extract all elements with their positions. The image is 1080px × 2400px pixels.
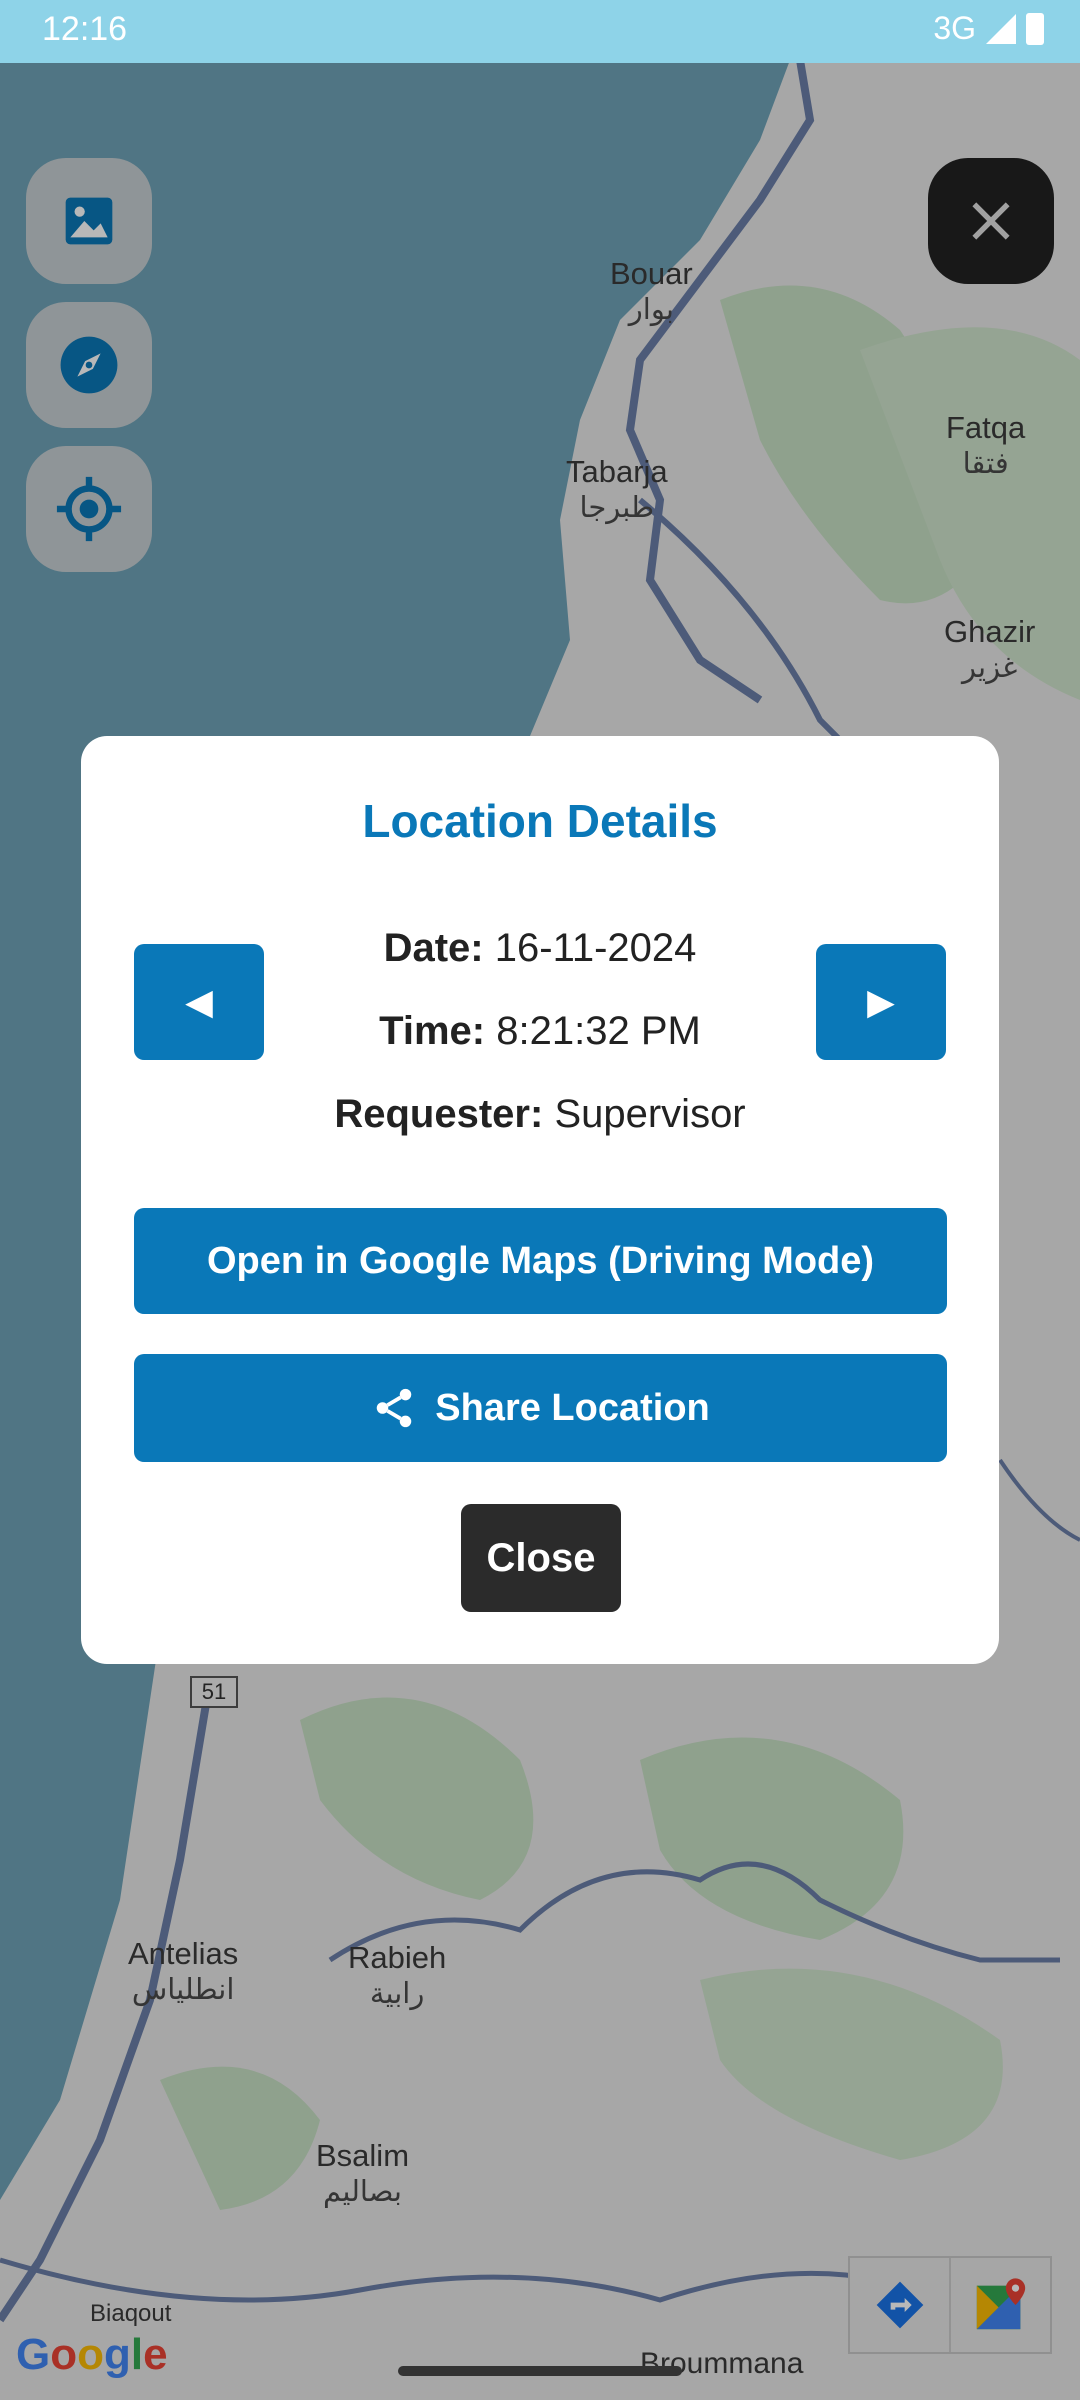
status-time: 12:16 (42, 10, 128, 48)
gesture-nav-handle[interactable] (398, 2366, 682, 2376)
status-bar: 12:16 3G (0, 0, 1080, 63)
dialog-title: Location Details (362, 795, 718, 847)
network-type: 3G (933, 10, 976, 46)
share-icon (377, 1388, 412, 1428)
status-icons: 3G (933, 10, 1044, 47)
time-row: Time: 8:21:32 PM (81, 1009, 999, 1054)
open-google-maps-label: Open in Google Maps (Driving Mode) (206, 1239, 875, 1282)
requester-row: Requester: Supervisor (81, 1092, 999, 1137)
time-value: 8:21:32 PM (496, 1009, 701, 1053)
close-button[interactable]: Close (461, 1504, 621, 1612)
battery-icon (1026, 12, 1044, 45)
time-label: Time: (379, 1009, 486, 1053)
requester-value: Supervisor (554, 1092, 746, 1136)
share-location-button[interactable]: Share Location (134, 1354, 947, 1462)
requester-label: Requester: (334, 1092, 544, 1136)
date-row: Date: 16-11-2024 (81, 926, 999, 971)
open-google-maps-button[interactable]: Open in Google Maps (Driving Mode) (134, 1208, 947, 1314)
share-location-label: Share Location (435, 1386, 710, 1429)
location-details-dialog: Location Details ◀ ▶ Date: 16-11-2024 Ti… (81, 736, 999, 1664)
date-value: 16-11-2024 (494, 926, 697, 970)
signal-icon (986, 13, 1016, 44)
date-label: Date: (383, 926, 484, 970)
